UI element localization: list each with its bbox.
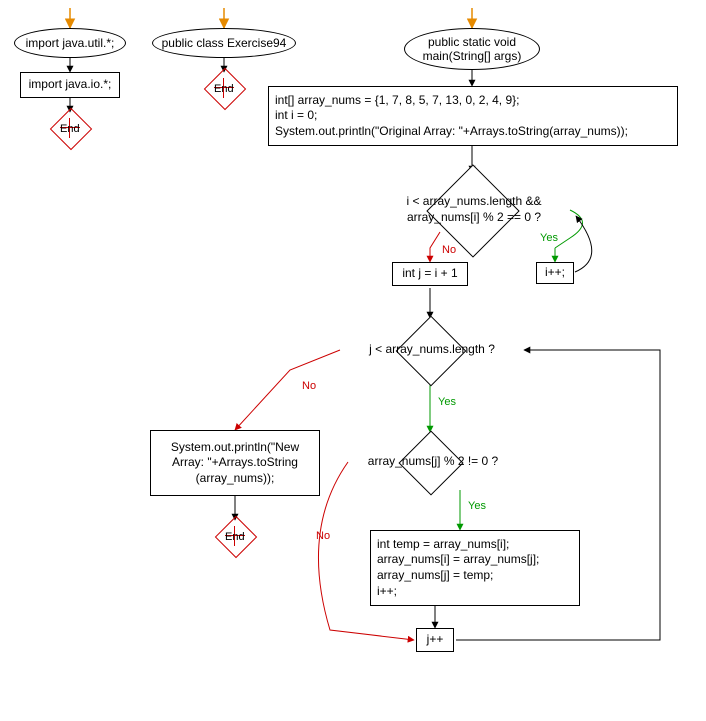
inc-i-rect: i++; [536,262,574,284]
cond2-yes-label: Yes [438,396,456,408]
import-io-rect: import java.io.*; [20,72,120,98]
cond3-yes-label: Yes [468,500,486,512]
cond3-no-label: No [316,530,330,542]
end-label-2: End [214,83,234,95]
cond1-diamond-shape [426,164,519,257]
main-decl-ellipse: public static void main(String[] args) [404,28,540,70]
end-label-1: End [60,123,80,135]
print-new-rect: System.out.println("New Array: "+Arrays.… [150,430,320,496]
cond1-no-label: No [442,244,456,256]
init-block-rect: int[] array_nums = {1, 7, 8, 5, 7, 13, 0… [268,86,678,146]
cond2-no-label: No [302,380,316,392]
cond3-diamond-shape [398,430,463,495]
cond1-yes-label: Yes [540,232,558,244]
inc-j-rect: j++ [416,628,454,652]
j-init-rect: int j = i + 1 [392,262,468,286]
class-decl-ellipse: public class Exercise94 [152,28,296,58]
end-label-3: End [225,531,245,543]
cond2-diamond-shape [396,316,467,387]
swap-block-rect: int temp = array_nums[i]; array_nums[i] … [370,530,580,606]
import-util-ellipse: import java.util.*; [14,28,126,58]
